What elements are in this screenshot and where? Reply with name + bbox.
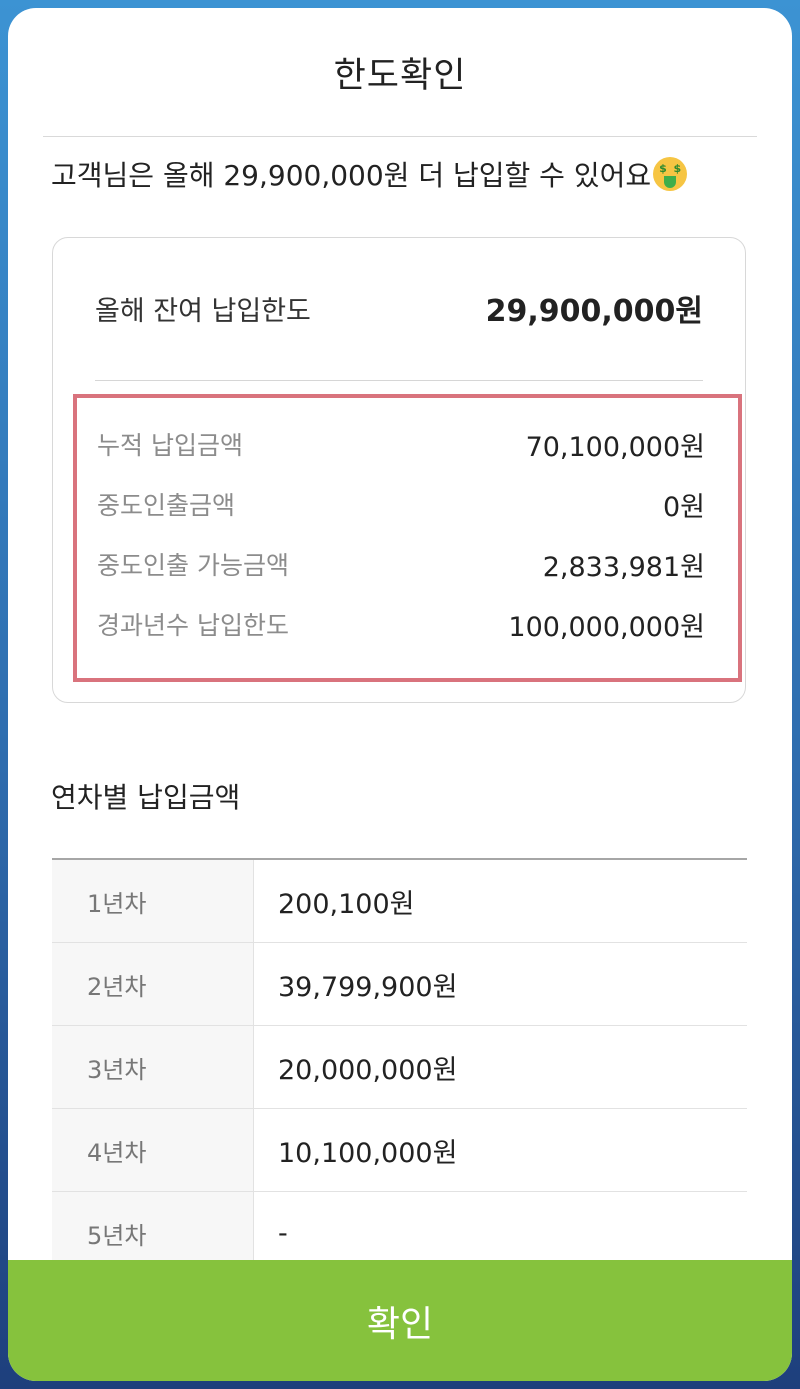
highlight-box: 누적 납입금액 70,100,000원 중도인출금액 0원 중도인출 가능금액 … — [73, 394, 742, 682]
detail-label: 경과년수 납입한도 — [97, 611, 289, 640]
amount-cell: 39,799,900원 — [278, 971, 458, 1003]
amount-cell: 20,000,000원 — [278, 1054, 458, 1086]
modal-header: 한도확인 — [43, 8, 757, 137]
modal-title: 한도확인 — [333, 55, 467, 96]
limit-info-card: 올해 잔여 납입한도 29,900,000원 누적 납입금액 70,100,00… — [52, 237, 746, 703]
detail-row-cumulative: 누적 납입금액 70,100,000원 — [97, 424, 705, 464]
remaining-limit-label: 올해 잔여 납입한도 — [95, 295, 311, 327]
detail-value: 70,100,000원 — [525, 431, 705, 463]
detail-label: 중도인출 가능금액 — [97, 551, 289, 580]
summary-message: 고객님은 올해 29,900,000원 더 납입할 수 있어요 $ $ — [51, 154, 688, 194]
detail-row-withdrawable: 중도인출 가능금액 2,833,981원 — [97, 544, 705, 584]
amount-cell: 10,100,000원 — [278, 1137, 458, 1169]
detail-label: 중도인출금액 — [97, 491, 236, 520]
amount-cell: 200,100원 — [278, 888, 415, 920]
detail-value: 100,000,000원 — [508, 611, 705, 643]
table-row: 2년차 39,799,900원 — [52, 943, 747, 1026]
year-cell: 4년차 — [52, 1109, 254, 1191]
detail-label: 누적 납입금액 — [97, 431, 243, 460]
table-row: 3년차 20,000,000원 — [52, 1026, 747, 1109]
detail-value: 2,833,981원 — [542, 551, 705, 583]
table-row: 4년차 10,100,000원 — [52, 1109, 747, 1192]
detail-row-elapsed-limit: 경과년수 납입한도 100,000,000원 — [97, 604, 705, 644]
remaining-limit-row: 올해 잔여 납입한도 29,900,000원 — [95, 286, 703, 330]
confirm-button[interactable]: 확인 — [8, 1260, 792, 1381]
detail-value: 0원 — [662, 491, 705, 523]
limit-check-modal: 한도확인 고객님은 올해 29,900,000원 더 납입할 수 있어요 $ $ … — [8, 8, 792, 1381]
money-mouth-face-icon: $ $ — [653, 157, 688, 191]
yearly-payment-table: 1년차 200,100원 2년차 39,799,900원 3년차 20,000,… — [52, 858, 747, 1275]
remaining-limit-value: 29,900,000원 — [485, 294, 703, 329]
detail-row-withdrawal: 중도인출금액 0원 — [97, 484, 705, 524]
card-divider — [95, 380, 703, 381]
year-cell: 1년차 — [52, 860, 254, 942]
yearly-section-title: 연차별 납입금액 — [51, 781, 241, 814]
year-cell: 3년차 — [52, 1026, 254, 1108]
year-cell: 2년차 — [52, 943, 254, 1025]
summary-text: 고객님은 올해 29,900,000원 더 납입할 수 있어요 — [51, 159, 652, 192]
table-row: 1년차 200,100원 — [52, 860, 747, 943]
